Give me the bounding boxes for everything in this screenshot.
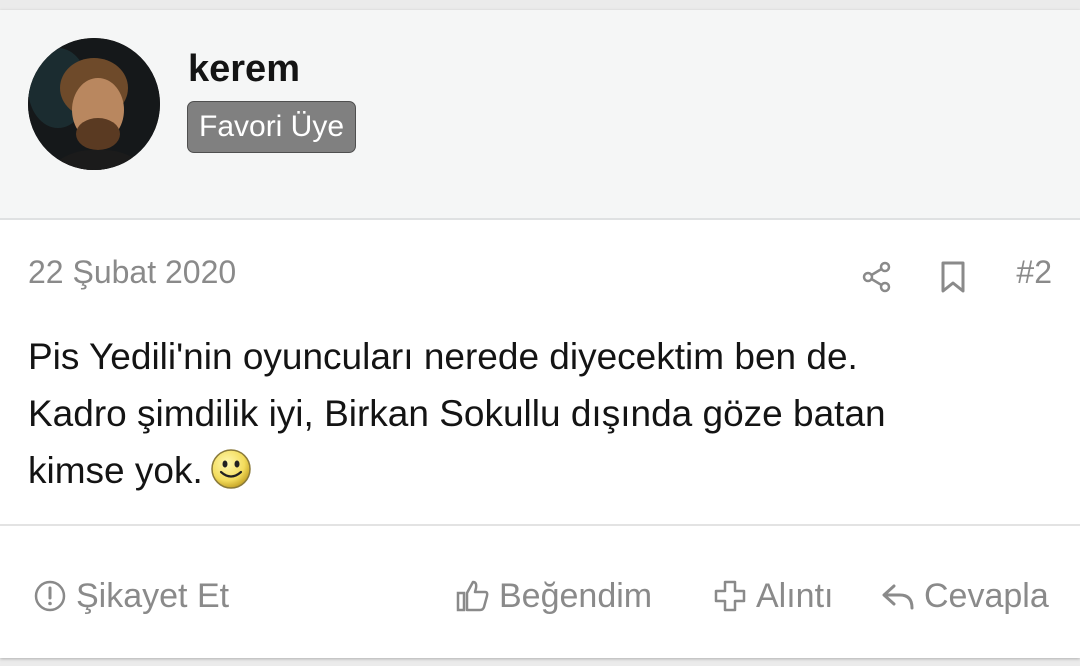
post-body-line: Pis Yedili'nin oyuncuları nerede diyecek… xyxy=(28,336,858,377)
bookmark-icon[interactable] xyxy=(938,260,968,294)
share-icon[interactable] xyxy=(860,260,894,294)
smiley-icon xyxy=(211,449,251,489)
report-label: Şikayet Et xyxy=(76,576,230,615)
report-button[interactable]: Şikayet Et xyxy=(32,576,229,616)
post-card: kerem Favori Üye 22 Şubat 2020 #2 Pis Ye… xyxy=(0,10,1080,658)
quote-label: Alıntı xyxy=(756,576,834,615)
thumbs-up-icon xyxy=(456,580,489,612)
reply-label: Cevapla xyxy=(924,576,1049,615)
post-body-line: kimse yok. xyxy=(28,442,1038,499)
user-badge: Favori Üye xyxy=(187,101,357,153)
like-label: Beğendim xyxy=(499,576,653,615)
post-body: Pis Yedili'nin oyuncuları nerede diyecek… xyxy=(28,328,1038,499)
plus-icon xyxy=(714,580,746,612)
quote-button[interactable]: Alıntı xyxy=(712,576,833,616)
post-body-line: Kadro şimdilik iyi, Birkan Sokullu dışın… xyxy=(28,393,886,434)
avatar[interactable] xyxy=(28,38,160,170)
divider xyxy=(0,524,1080,526)
user-header: kerem Favori Üye xyxy=(0,10,1080,220)
like-button[interactable]: Beğendim xyxy=(455,576,652,616)
post-body-text: kimse yok. xyxy=(28,450,203,491)
post-number[interactable]: #2 xyxy=(1016,254,1052,291)
post-date[interactable]: 22 Şubat 2020 xyxy=(28,254,236,291)
reply-button[interactable]: Cevapla xyxy=(880,576,1049,616)
avatar-image xyxy=(28,38,160,170)
username[interactable]: kerem xyxy=(188,48,300,91)
reply-icon xyxy=(882,584,914,610)
alert-circle-icon xyxy=(34,580,66,612)
